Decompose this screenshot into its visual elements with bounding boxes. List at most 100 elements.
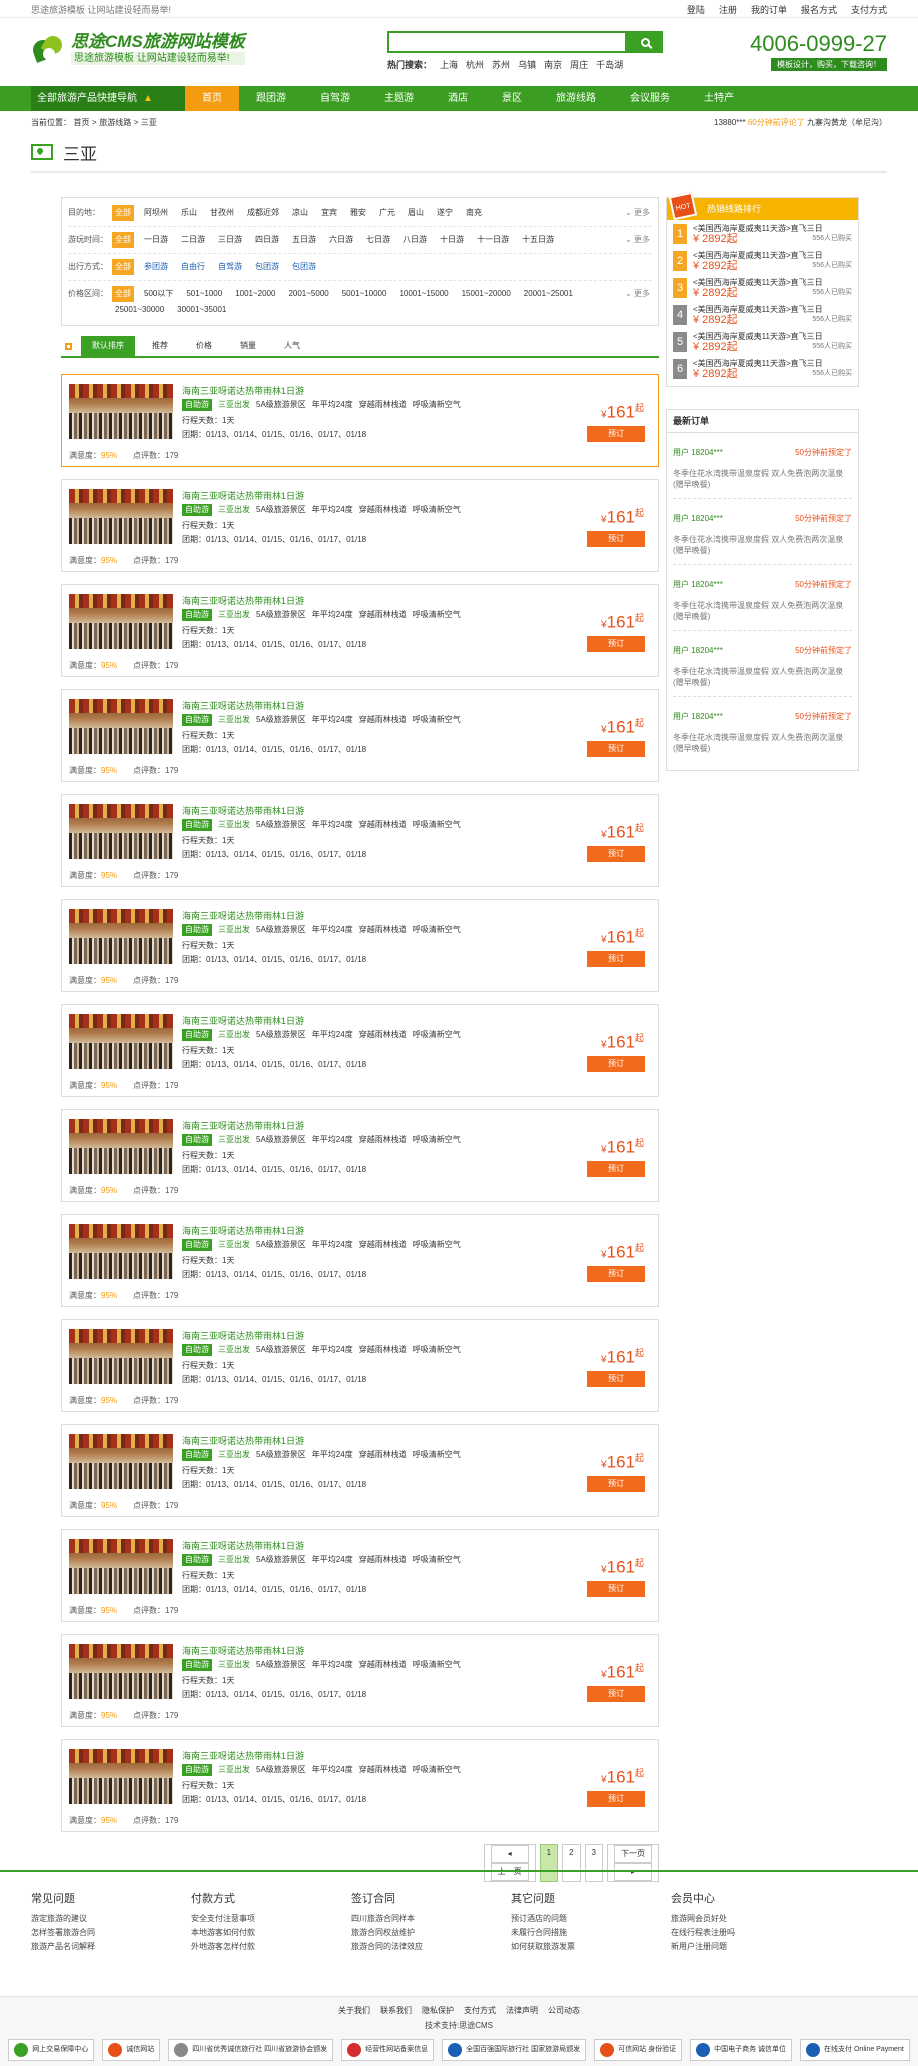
footer-link[interactable]: 在线行程表注册吗 xyxy=(671,1926,831,1940)
book-button[interactable]: 预订 xyxy=(587,1266,645,1282)
filter-option[interactable]: 八日游 xyxy=(400,232,430,248)
nav-item[interactable]: 土特产 xyxy=(687,86,751,111)
filter-option[interactable]: 成都近郊 xyxy=(244,205,282,221)
hot-search-link[interactable]: 苏州 xyxy=(492,58,510,71)
product-name[interactable]: 海南三亚呀诺达热带雨林1日游 xyxy=(182,1644,304,1657)
book-button[interactable]: 预订 xyxy=(587,1791,645,1807)
trust-badge[interactable]: 可信网站 身份验证 xyxy=(594,2039,683,2061)
product-card[interactable]: 海南三亚呀诺达热带雨林1日游 自助游 三亚出发 5A级旅游景区 年平均24度 穿越雨林栈道… xyxy=(61,1424,659,1517)
filter-option[interactable]: 凉山 xyxy=(289,205,311,221)
nav-item[interactable]: 自驾游 xyxy=(303,86,367,111)
product-name[interactable]: 海南三亚呀诺达热带雨林1日游 xyxy=(182,489,304,502)
product-card[interactable]: 海南三亚呀诺达热带雨林1日游 自助游 三亚出发 5A级旅游景区 年平均24度 穿越雨林栈道… xyxy=(61,1739,659,1832)
product-photo[interactable] xyxy=(69,804,173,859)
footer-link[interactable]: 未履行合同措施 xyxy=(511,1926,671,1940)
filter-option[interactable]: 10001~15000 xyxy=(396,286,451,302)
filter-more[interactable]: ⌄ 更多 xyxy=(625,286,650,302)
filter-option[interactable]: 一日游 xyxy=(141,232,171,248)
nav-item[interactable]: 首页 xyxy=(185,86,239,111)
sort-tab[interactable]: 推荐 xyxy=(141,336,179,356)
product-photo[interactable] xyxy=(69,1329,173,1384)
footer-bottom-link[interactable]: 法律声明 xyxy=(506,2005,538,2016)
product-name[interactable]: 海南三亚呀诺达热带雨林1日游 xyxy=(182,384,304,397)
nav-item[interactable]: 跟团游 xyxy=(239,86,303,111)
product-name[interactable]: 海南三亚呀诺达热带雨林1日游 xyxy=(182,1434,304,1447)
book-button[interactable]: 预订 xyxy=(587,1056,645,1072)
footer-link[interactable]: 四川旅游合同样本 xyxy=(351,1912,511,1926)
filter-more[interactable]: ⌄ 更多 xyxy=(625,232,650,248)
hot-route-item[interactable]: 4 <美国西海岸夏威夷11天游>直飞三日 ¥ 2892起 556人已购买 xyxy=(673,305,852,329)
top-link[interactable]: 报名方式 xyxy=(801,3,837,16)
trust-badge[interactable]: 全国百强国际旅行社 国家旅游局颁发 xyxy=(442,2039,587,2061)
product-name[interactable]: 海南三亚呀诺达热带雨林1日游 xyxy=(182,1749,304,1762)
product-card[interactable]: 海南三亚呀诺达热带雨林1日游 自助游 三亚出发 5A级旅游景区 年平均24度 穿越雨林栈道… xyxy=(61,1529,659,1622)
breadcrumb-routes[interactable]: 旅游线路 xyxy=(99,118,131,127)
product-name[interactable]: 海南三亚呀诺达热带雨林1日游 xyxy=(182,699,304,712)
filter-option[interactable]: 遂宁 xyxy=(434,205,456,221)
trust-badge[interactable]: 诚信网站 xyxy=(102,2039,161,2061)
product-card[interactable]: 海南三亚呀诺达热带雨林1日游 自助游 三亚出发 5A级旅游景区 年平均24度 穿越雨林栈道… xyxy=(61,584,659,677)
product-name[interactable]: 海南三亚呀诺达热带雨林1日游 xyxy=(182,909,304,922)
trust-badge[interactable]: 在线支付 Online Payment xyxy=(800,2039,910,2061)
order-product[interactable]: 冬季住花水湾携带温泉度假 双人免费泡两次温泉(赠早晚餐) xyxy=(673,468,852,490)
filter-option[interactable]: 五日游 xyxy=(289,232,319,248)
trust-badge[interactable]: 四川省优秀诚信旅行社 四川省旅游协会颁发 xyxy=(168,2039,334,2061)
filter-option[interactable]: 十一日游 xyxy=(474,232,512,248)
book-button[interactable]: 预订 xyxy=(587,636,645,652)
top-link[interactable]: 支付方式 xyxy=(851,3,887,16)
filter-option[interactable]: 南充 xyxy=(463,205,485,221)
footer-link[interactable]: 旅游网会员好处 xyxy=(671,1912,831,1926)
product-card[interactable]: 海南三亚呀诺达热带雨林1日游 自助游 三亚出发 5A级旅游景区 年平均24度 穿越雨林栈道… xyxy=(61,1319,659,1412)
product-name[interactable]: 海南三亚呀诺达热带雨林1日游 xyxy=(182,594,304,607)
book-button[interactable]: 预订 xyxy=(587,1161,645,1177)
product-photo[interactable] xyxy=(69,1224,173,1279)
filter-option[interactable]: 包团游 xyxy=(289,259,319,275)
filter-option[interactable]: 七日游 xyxy=(363,232,393,248)
footer-link[interactable]: 新用户注册问题 xyxy=(671,1940,831,1954)
filter-option[interactable]: 参团游 xyxy=(141,259,171,275)
hot-search-link[interactable]: 周庄 xyxy=(570,58,588,71)
order-product[interactable]: 冬季住花水湾携带温泉度假 双人免费泡两次温泉(赠早晚餐) xyxy=(673,600,852,622)
footer-link[interactable]: 旅游产品名词解释 xyxy=(31,1940,191,1954)
footer-link[interactable]: 本地游客如何付款 xyxy=(191,1926,351,1940)
product-photo[interactable] xyxy=(69,384,173,439)
filter-option[interactable]: 全部 xyxy=(112,205,134,221)
product-photo[interactable] xyxy=(69,909,173,964)
footer-bottom-link[interactable]: 关于我们 xyxy=(338,2005,370,2016)
filter-option[interactable]: 乐山 xyxy=(178,205,200,221)
product-photo[interactable] xyxy=(69,1434,173,1489)
filter-option[interactable]: 包团游 xyxy=(252,259,282,275)
order-product[interactable]: 冬季住花水湾携带温泉度假 双人免费泡两次温泉(赠早晚餐) xyxy=(673,732,852,754)
product-name[interactable]: 海南三亚呀诺达热带雨林1日游 xyxy=(182,1224,304,1237)
product-photo[interactable] xyxy=(69,594,173,649)
book-button[interactable]: 预订 xyxy=(587,1686,645,1702)
filter-option[interactable]: 自驾游 xyxy=(215,259,245,275)
footer-link[interactable]: 预订酒店的问题 xyxy=(511,1912,671,1926)
hot-search-link[interactable]: 杭州 xyxy=(466,58,484,71)
product-name[interactable]: 海南三亚呀诺达热带雨林1日游 xyxy=(182,804,304,817)
product-card[interactable]: 海南三亚呀诺达热带雨林1日游 自助游 三亚出发 5A级旅游景区 年平均24度 穿越雨林栈道… xyxy=(61,1634,659,1727)
filter-option[interactable]: 甘孜州 xyxy=(207,205,237,221)
book-button[interactable]: 预订 xyxy=(587,1371,645,1387)
footer-bottom-link[interactable]: 联系我们 xyxy=(380,2005,412,2016)
footer-link[interactable]: 外地游客怎样付款 xyxy=(191,1940,351,1954)
book-button[interactable]: 预订 xyxy=(587,1581,645,1597)
book-button[interactable]: 预订 xyxy=(587,426,645,442)
hot-search-link[interactable]: 乌镇 xyxy=(518,58,536,71)
book-button[interactable]: 预订 xyxy=(587,1476,645,1492)
product-name[interactable]: 海南三亚呀诺达热带雨林1日游 xyxy=(182,1014,304,1027)
product-card[interactable]: 海南三亚呀诺达热带雨林1日游 自助游 三亚出发 5A级旅游景区 年平均24度 穿越雨林栈道… xyxy=(61,1004,659,1097)
footer-link[interactable]: 安全支付注意事项 xyxy=(191,1912,351,1926)
footer-link[interactable]: 怎样签署旅游合同 xyxy=(31,1926,191,1940)
book-button[interactable]: 预订 xyxy=(587,846,645,862)
book-button[interactable]: 预订 xyxy=(587,531,645,547)
filter-option[interactable]: 雅安 xyxy=(347,205,369,221)
nav-item[interactable]: 景区 xyxy=(485,86,539,111)
filter-option[interactable]: 5001~10000 xyxy=(339,286,390,302)
site-logo[interactable]: 思途CMS旅游网站模板 思途旅游模板 让网站建设轻而易举! xyxy=(30,32,245,65)
filter-option[interactable]: 二日游 xyxy=(178,232,208,248)
hot-route-item[interactable]: 1 <美国西海岸夏威夷11天游>直飞三日 ¥ 2892起 556人已购买 xyxy=(673,224,852,248)
product-card[interactable]: 海南三亚呀诺达热带雨林1日游 自助游 三亚出发 5A级旅游景区 年平均24度 穿越雨林栈道… xyxy=(61,1109,659,1202)
filter-option[interactable]: 15001~20000 xyxy=(459,286,514,302)
product-card[interactable]: 海南三亚呀诺达热带雨林1日游 自助游 三亚出发 5A级旅游景区 年平均24度 穿越雨林栈道… xyxy=(61,689,659,782)
